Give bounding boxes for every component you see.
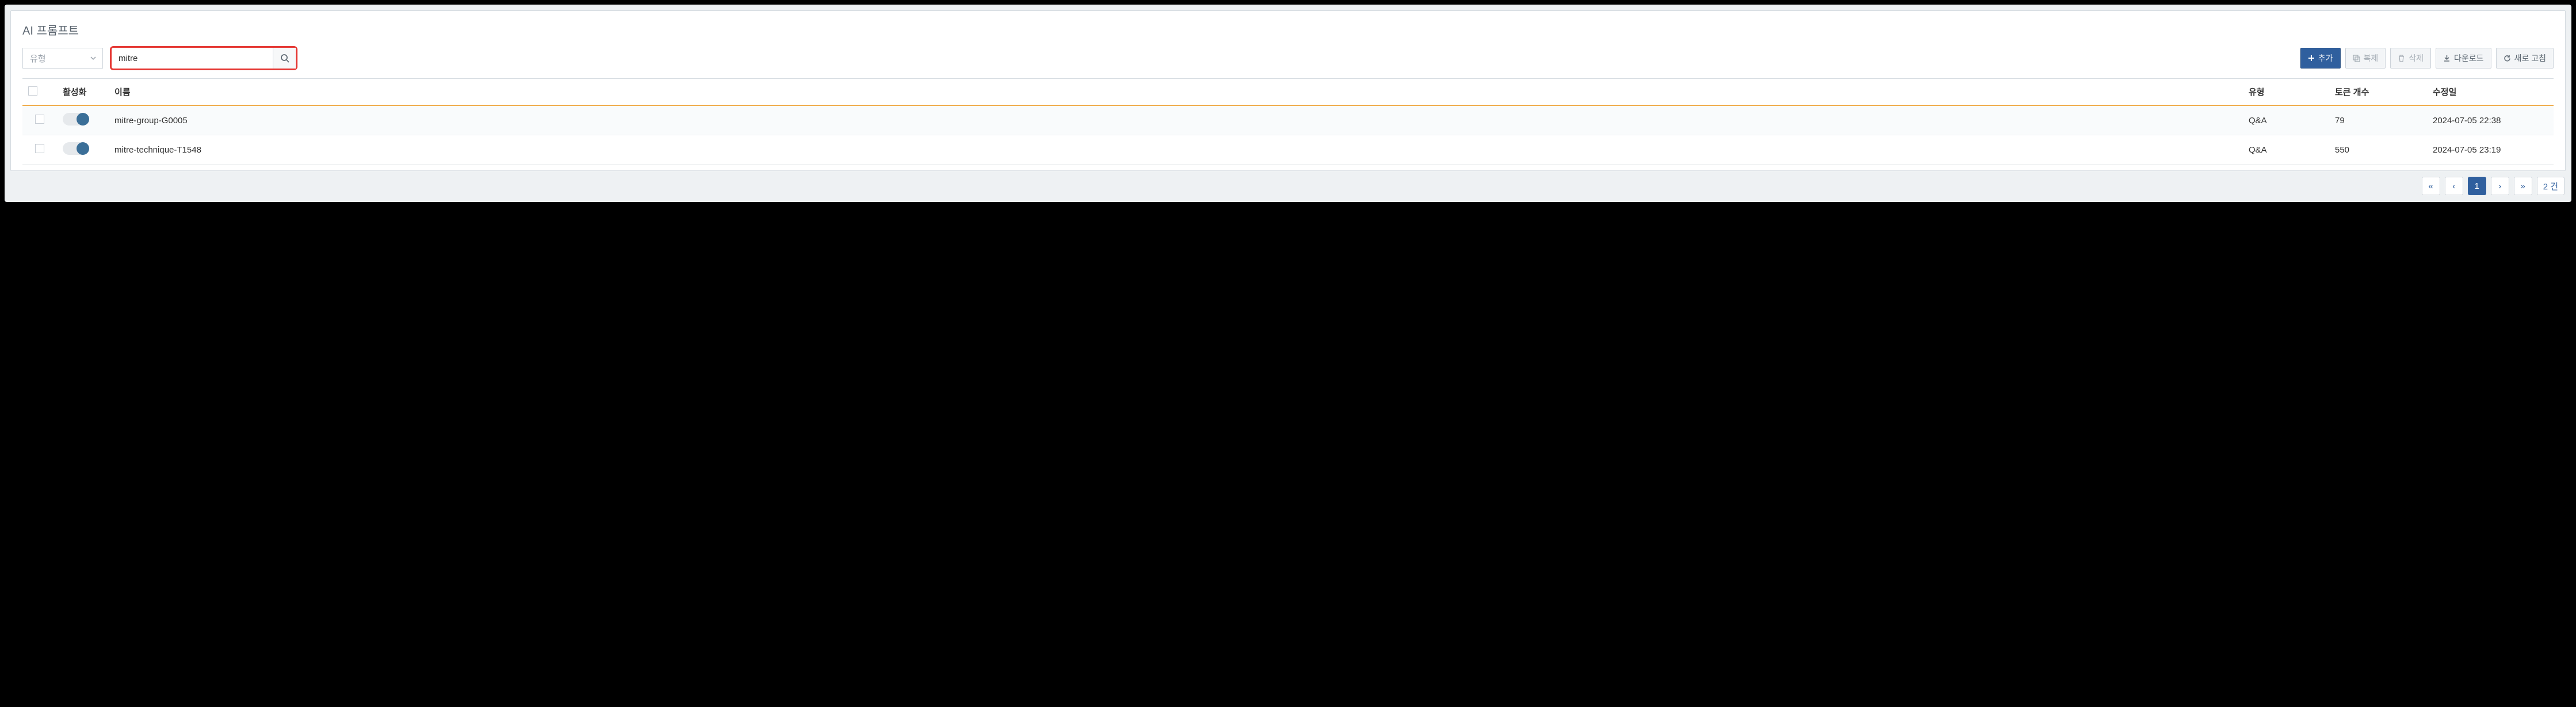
copy-button-label: 복제 bbox=[2364, 52, 2379, 64]
ai-prompt-panel: AI 프롬프트 유형 bbox=[10, 10, 2566, 171]
search-input[interactable] bbox=[112, 48, 273, 69]
add-button[interactable]: 추가 bbox=[2300, 48, 2341, 69]
copy-icon bbox=[2353, 55, 2360, 62]
search-field-wrap bbox=[110, 46, 297, 70]
type-filter-select[interactable]: 유형 bbox=[22, 48, 103, 69]
page-number-current[interactable]: 1 bbox=[2468, 177, 2486, 195]
col-header-name: 이름 bbox=[109, 79, 2243, 106]
active-toggle[interactable] bbox=[63, 142, 89, 155]
table-row[interactable]: mitre-technique-T1548 Q&A 550 2024-07-05… bbox=[22, 135, 2554, 165]
copy-button[interactable]: 복제 bbox=[2345, 48, 2386, 69]
cell-tokens: 550 bbox=[2329, 135, 2427, 165]
chevron-right-icon: › bbox=[2498, 181, 2501, 191]
active-toggle[interactable] bbox=[63, 113, 89, 126]
chevron-double-right-icon: » bbox=[2521, 181, 2525, 191]
cell-name: mitre-technique-T1548 bbox=[109, 135, 2243, 165]
refresh-icon bbox=[2504, 55, 2511, 62]
select-all-checkbox[interactable] bbox=[28, 86, 37, 96]
cell-modified: 2024-07-05 23:19 bbox=[2427, 135, 2554, 165]
cell-tokens: 79 bbox=[2329, 105, 2427, 135]
page-first-button[interactable]: « bbox=[2422, 177, 2440, 195]
pagination: « ‹ 1 › » 2 건 bbox=[10, 171, 2566, 196]
refresh-button[interactable]: 새로 고침 bbox=[2496, 48, 2554, 69]
add-button-label: 추가 bbox=[2318, 52, 2333, 64]
col-header-modified: 수정일 bbox=[2427, 79, 2554, 106]
download-button-label: 다운로드 bbox=[2454, 52, 2484, 64]
col-header-tokens: 토큰 개수 bbox=[2329, 79, 2427, 106]
plus-icon bbox=[2308, 55, 2315, 62]
record-count: 2 건 bbox=[2537, 177, 2564, 195]
type-filter-placeholder: 유형 bbox=[30, 52, 46, 64]
refresh-button-label: 새로 고침 bbox=[2514, 52, 2546, 64]
page-prev-button[interactable]: ‹ bbox=[2445, 177, 2463, 195]
cell-modified: 2024-07-05 22:38 bbox=[2427, 105, 2554, 135]
search-button[interactable] bbox=[273, 48, 296, 69]
table-row[interactable]: mitre-group-G0005 Q&A 79 2024-07-05 22:3… bbox=[22, 105, 2554, 135]
cell-name: mitre-group-G0005 bbox=[109, 105, 2243, 135]
page-last-button[interactable]: » bbox=[2514, 177, 2532, 195]
download-button[interactable]: 다운로드 bbox=[2436, 48, 2491, 69]
panel-title: AI 프롬프트 bbox=[22, 11, 2554, 46]
prompt-table: 활성화 이름 유형 토큰 개수 수정일 mitre-group-G0005 Q&… bbox=[22, 78, 2554, 165]
chevron-down-icon bbox=[90, 55, 97, 62]
cell-type: Q&A bbox=[2243, 135, 2329, 165]
cell-type: Q&A bbox=[2243, 105, 2329, 135]
search-icon bbox=[280, 54, 289, 63]
row-checkbox[interactable] bbox=[35, 144, 44, 153]
delete-button-label: 삭제 bbox=[2409, 52, 2424, 64]
row-checkbox[interactable] bbox=[35, 115, 44, 124]
col-header-active: 활성화 bbox=[57, 79, 109, 106]
toolbar: 유형 bbox=[22, 46, 2554, 78]
trash-icon bbox=[2398, 55, 2405, 62]
page-next-button[interactable]: › bbox=[2491, 177, 2509, 195]
col-header-type: 유형 bbox=[2243, 79, 2329, 106]
chevron-double-left-icon: « bbox=[2429, 181, 2433, 191]
delete-button[interactable]: 삭제 bbox=[2390, 48, 2431, 69]
chevron-left-icon: ‹ bbox=[2452, 181, 2455, 191]
download-icon bbox=[2443, 55, 2451, 62]
